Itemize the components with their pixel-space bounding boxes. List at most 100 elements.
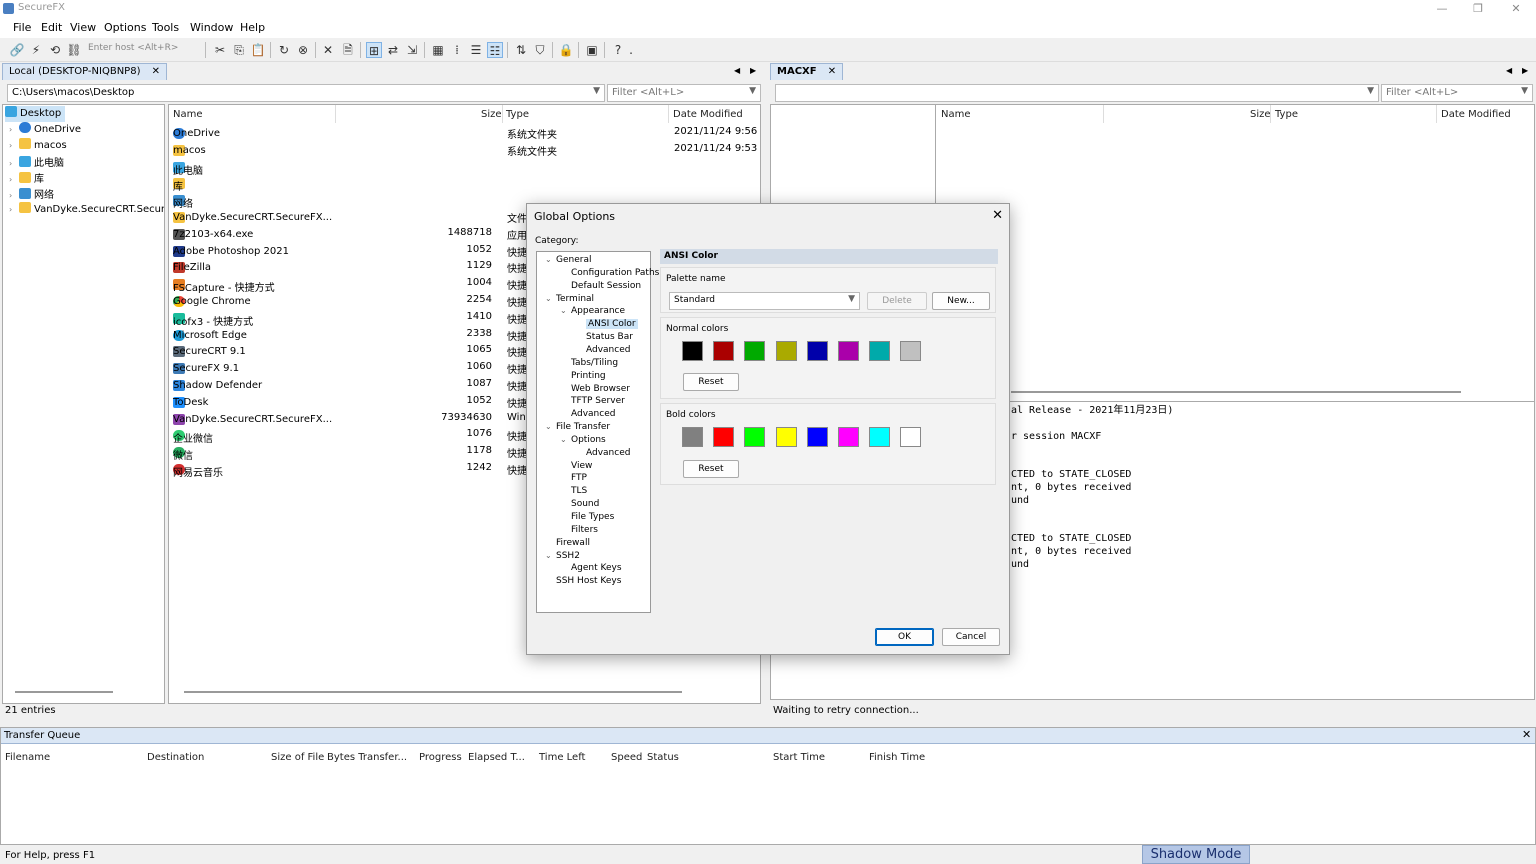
tree-item-vandyke[interactable]: › VanDyke.SecureCRT.Secure: [9, 202, 164, 218]
category-item-options[interactable]: ⌄ Options: [560, 435, 606, 445]
menu-edit[interactable]: Edit: [41, 21, 62, 34]
category-item-ssh2[interactable]: ⌄ SSH2: [545, 551, 580, 561]
compare-icon[interactable]: ⇲: [404, 42, 420, 58]
tab-macxf[interactable]: MACXF ✕: [770, 63, 844, 80]
category-item-advanced[interactable]: Advanced: [586, 345, 630, 355]
details-view-icon[interactable]: ☷: [487, 42, 503, 58]
remote-filter-input[interactable]: Filter <Alt+L> ▼: [1381, 84, 1533, 102]
category-item-file-transfer[interactable]: ⌄ File Transfer: [545, 422, 610, 432]
normal-colors-swatch[interactable]: [869, 341, 891, 361]
toolbar-overflow-icon[interactable]: .: [626, 42, 636, 58]
file-list-scrollbar[interactable]: [184, 691, 682, 693]
queue-col-speed[interactable]: Speed: [611, 752, 642, 763]
queue-col-bytes[interactable]: Bytes Transfer...: [327, 752, 407, 763]
category-item-advanced[interactable]: Advanced: [586, 448, 630, 458]
tab-scroll-left-icon[interactable]: ◀: [1506, 66, 1512, 75]
remote-column-header-size[interactable]: Size: [1250, 109, 1271, 120]
category-item-view[interactable]: View: [571, 461, 592, 471]
delete-palette-button[interactable]: Delete: [867, 292, 927, 310]
tab-scroll-right-icon[interactable]: ▶: [1522, 66, 1528, 75]
column-header-name[interactable]: Name: [173, 109, 203, 120]
new-palette-button[interactable]: New...: [932, 292, 990, 310]
queue-col-size[interactable]: Size of File: [271, 752, 324, 763]
normal-colors-swatch[interactable]: [713, 341, 735, 361]
copy-icon[interactable]: ⎘: [231, 42, 247, 58]
category-item-web-browser[interactable]: Web Browser: [571, 384, 630, 394]
tab-scroll-left-icon[interactable]: ◀: [734, 66, 740, 75]
sync-icon[interactable]: ⇄: [385, 42, 401, 58]
column-header-size[interactable]: Size: [481, 109, 502, 120]
chevron-down-icon[interactable]: ⌄: [545, 551, 552, 560]
column-header-type[interactable]: Type: [506, 109, 529, 120]
category-item-advanced[interactable]: Advanced: [571, 409, 615, 419]
bold-colors-swatch[interactable]: [900, 427, 922, 447]
tree-scrollbar[interactable]: [15, 691, 113, 693]
local-path-combo[interactable]: C:\Users\macos\Desktop ▼: [7, 84, 605, 102]
menu-window[interactable]: Window: [190, 21, 233, 34]
normal-colors-swatch[interactable]: [838, 341, 859, 361]
file-row[interactable]: 此电脑: [169, 158, 757, 177]
reset-bold-button[interactable]: Reset: [683, 460, 739, 478]
category-item-configuration-paths[interactable]: Configuration Paths: [571, 268, 659, 278]
remote-scrollbar[interactable]: [1011, 391, 1461, 393]
tree-item-macos[interactable]: › macos: [9, 138, 67, 154]
file-row[interactable]: macos 系统文件夹 2021/11/24 9:53: [169, 141, 757, 158]
column-header-date[interactable]: Date Modified: [673, 109, 743, 120]
filter-icon[interactable]: ⛉: [532, 42, 548, 58]
chevron-right-icon[interactable]: ›: [9, 125, 19, 134]
close-dialog-icon[interactable]: ✕: [992, 208, 1003, 223]
properties-icon[interactable]: 🗎: [340, 42, 356, 58]
category-item-tabs-tiling[interactable]: Tabs/Tiling: [571, 358, 618, 368]
normal-colors-swatch[interactable]: [682, 341, 703, 361]
tree-item-desktop[interactable]: Desktop: [5, 106, 65, 122]
category-item-general[interactable]: ⌄ General: [545, 255, 591, 265]
category-item-ftp[interactable]: FTP: [571, 473, 587, 483]
bold-colors-swatch[interactable]: [713, 427, 735, 447]
queue-col-time-left[interactable]: Time Left: [539, 752, 585, 763]
normal-colors-swatch[interactable]: [744, 341, 766, 361]
remote-path-combo[interactable]: ▼: [775, 84, 1379, 102]
cut-icon[interactable]: ✂: [212, 42, 228, 58]
file-row[interactable]: OneDrive 系统文件夹 2021/11/24 9:56: [169, 124, 757, 141]
tree-item-library[interactable]: › 库: [9, 170, 44, 186]
chevron-right-icon[interactable]: ›: [9, 175, 19, 184]
local-filter-input[interactable]: Filter <Alt+L> ▼: [607, 84, 761, 102]
minimize-icon[interactable]: —: [1430, 1, 1454, 17]
close-window-icon[interactable]: ✕: [1504, 1, 1528, 17]
category-item-filters[interactable]: Filters: [571, 525, 598, 535]
chevron-right-icon[interactable]: ›: [9, 191, 19, 200]
remote-column-header-type[interactable]: Type: [1275, 109, 1298, 120]
category-item-file-types[interactable]: File Types: [571, 512, 614, 522]
category-item-ssh-host-keys[interactable]: SSH Host Keys: [556, 576, 621, 586]
tree-item-this-pc[interactable]: › 此电脑: [9, 154, 64, 170]
bold-colors-swatch[interactable]: [869, 427, 891, 447]
small-icons-icon[interactable]: ⁞: [449, 42, 465, 58]
remote-column-header-date[interactable]: Date Modified: [1441, 109, 1511, 120]
options-icon[interactable]: ▣: [584, 42, 600, 58]
chevron-down-icon[interactable]: ⌄: [545, 255, 552, 264]
category-item-ansi-color[interactable]: ANSI Color: [586, 319, 638, 330]
category-item-sound[interactable]: Sound: [571, 499, 599, 509]
category-item-tftp-server[interactable]: TFTP Server: [571, 396, 625, 406]
menu-view[interactable]: View: [70, 21, 96, 34]
menu-tools[interactable]: Tools: [152, 21, 179, 34]
delete-icon[interactable]: ✕: [320, 42, 336, 58]
category-item-terminal[interactable]: ⌄ Terminal: [545, 294, 594, 304]
bold-colors-swatch[interactable]: [806, 427, 828, 447]
normal-colors-swatch[interactable]: [900, 341, 922, 361]
paste-icon[interactable]: 📋: [250, 42, 266, 58]
bold-colors-swatch[interactable]: [744, 427, 766, 447]
chevron-down-icon[interactable]: ⌄: [560, 306, 567, 315]
palette-select[interactable]: Standard ▼: [669, 292, 860, 310]
chevron-down-icon[interactable]: ⌄: [545, 294, 552, 303]
reset-normal-button[interactable]: Reset: [683, 373, 739, 391]
chevron-down-icon[interactable]: ⌄: [560, 435, 567, 444]
close-tab-icon[interactable]: ✕: [152, 66, 160, 77]
bold-colors-swatch[interactable]: [838, 427, 859, 447]
cancel-button[interactable]: Cancel: [942, 628, 1000, 646]
ok-button[interactable]: OK: [875, 628, 934, 646]
host-input[interactable]: Enter host <Alt+R>: [88, 43, 200, 53]
reconnect-icon[interactable]: ⟲: [47, 42, 63, 58]
help-icon[interactable]: ?: [610, 42, 626, 58]
queue-col-elapsed[interactable]: Elapsed T...: [468, 752, 525, 763]
